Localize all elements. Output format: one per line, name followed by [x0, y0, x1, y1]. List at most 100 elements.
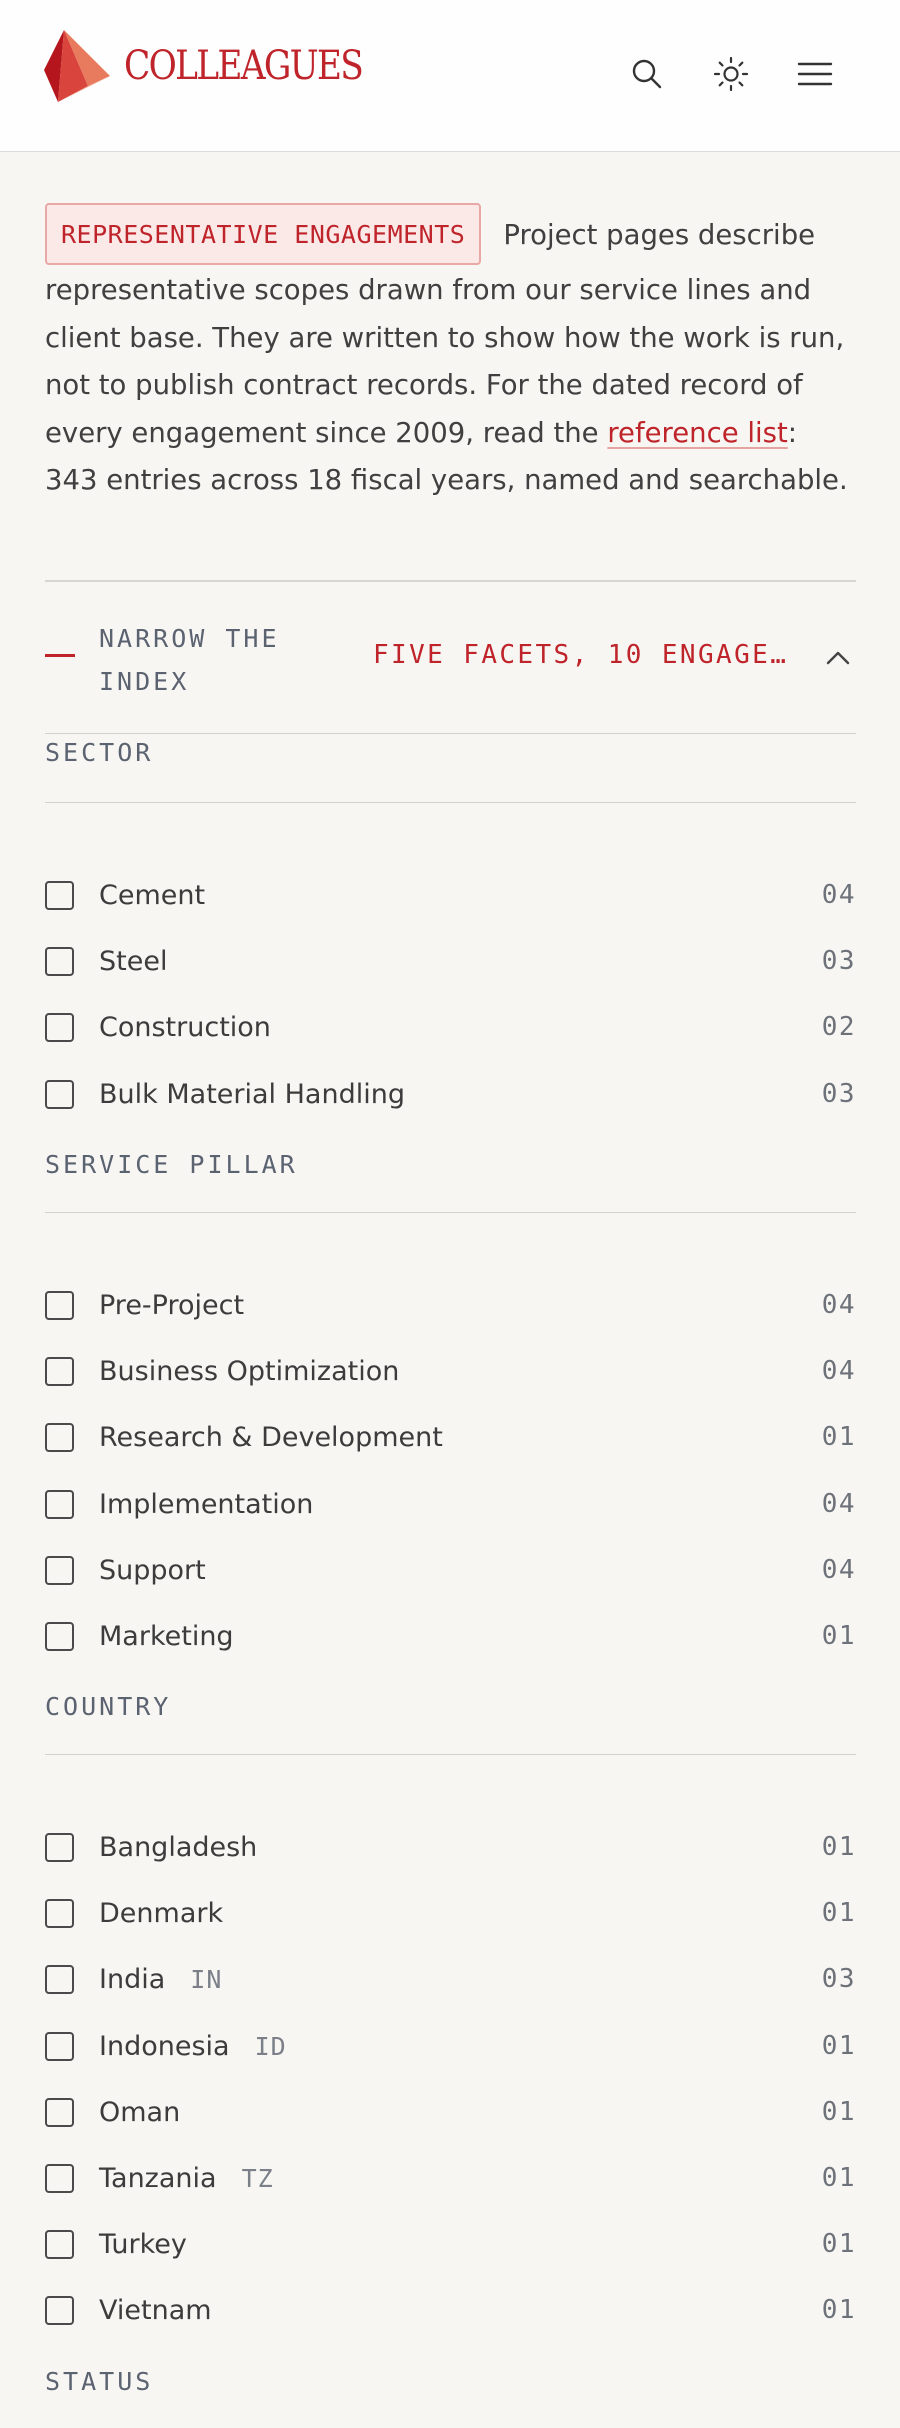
checkbox[interactable] — [45, 2031, 74, 2061]
filter-top-divider — [45, 580, 856, 582]
checkbox[interactable] — [45, 946, 74, 976]
filter-option-bangladesh[interactable]: Bangladesh 01 — [45, 1825, 856, 1869]
option-count: 04 — [821, 1489, 856, 1519]
facet-title-sector: SECTOR — [45, 738, 154, 767]
checkbox[interactable] — [45, 2097, 74, 2127]
filter-option-oman[interactable]: Oman 01 — [45, 2090, 856, 2134]
option-label: Indonesia — [99, 2030, 230, 2062]
filter-heading-line1: NARROW THE — [99, 624, 280, 653]
checkbox[interactable] — [45, 1555, 74, 1585]
option-label: Vietnam — [99, 2294, 212, 2326]
option-label: Business Optimization — [99, 1355, 400, 1387]
option-count: 01 — [821, 2229, 856, 2259]
checkbox[interactable] — [45, 1832, 74, 1862]
checkbox[interactable] — [45, 1356, 74, 1386]
filter-option-research-development[interactable]: Research & Development 01 — [45, 1415, 856, 1459]
option-label: Construction — [99, 1011, 271, 1043]
filter-option-steel[interactable]: Steel 03 — [45, 939, 856, 983]
theme-toggle-icon[interactable] — [711, 54, 751, 94]
option-count: 01 — [821, 2163, 856, 2193]
brand-name: COLLEAGUES — [124, 43, 364, 89]
checkbox[interactable] — [45, 2229, 74, 2259]
representative-engagements-badge: REPRESENTATIVE ENGAGEMENTS — [45, 203, 482, 265]
checkbox[interactable] — [45, 2163, 74, 2193]
filter-option-tanzania[interactable]: Tanzania TZ 01 — [45, 2156, 856, 2200]
chevron-up-icon[interactable] — [820, 640, 856, 676]
option-count: 03 — [821, 1964, 856, 1994]
option-label: Marketing — [99, 1620, 234, 1652]
option-count: 01 — [821, 1898, 856, 1928]
filter-option-business-optimization[interactable]: Business Optimization 04 — [45, 1349, 856, 1393]
checkbox[interactable] — [45, 1621, 74, 1651]
option-label: Oman — [99, 2096, 181, 2128]
filter-option-marketing[interactable]: Marketing 01 — [45, 1614, 856, 1658]
option-label: Bangladesh — [99, 1831, 258, 1863]
option-label: Cement — [99, 879, 206, 911]
filter-option-india[interactable]: India IN 03 — [45, 1957, 856, 2001]
option-label: Denmark — [99, 1897, 224, 1929]
filter-summary[interactable]: FIVE FACETS, 10 ENGAGEMENTS — [373, 640, 793, 670]
checkbox[interactable] — [45, 1079, 74, 1109]
facet-title-service-pillar: SERVICE PILLAR — [45, 1150, 298, 1179]
option-count: 04 — [821, 1290, 856, 1320]
option-count: 03 — [821, 1079, 856, 1109]
brand-logo[interactable]: COLLEAGUES — [44, 30, 401, 102]
search-icon[interactable] — [627, 54, 667, 94]
menu-icon[interactable] — [795, 54, 835, 94]
option-label: Research & Development — [99, 1421, 443, 1453]
filter-option-turkey[interactable]: Turkey 01 — [45, 2222, 856, 2266]
option-label: Steel — [99, 945, 168, 977]
logo-mark-icon — [44, 30, 110, 102]
checkbox[interactable] — [45, 1290, 74, 1320]
filter-option-bulk-material-handling[interactable]: Bulk Material Handling 03 — [45, 1072, 856, 1116]
option-count: 01 — [821, 1832, 856, 1862]
country-code: TZ — [241, 2163, 274, 2193]
option-label: India — [99, 1963, 166, 1995]
site-header: COLLEAGUES — [0, 0, 900, 152]
option-label: Support — [99, 1554, 206, 1586]
checkbox[interactable] — [45, 2295, 74, 2325]
filter-option-implementation[interactable]: Implementation 04 — [45, 1482, 856, 1526]
option-count: 01 — [821, 2295, 856, 2325]
filter-option-vietnam[interactable]: Vietnam 01 — [45, 2288, 856, 2332]
filter-heading-line2: INDEX — [99, 667, 190, 696]
option-count: 01 — [821, 1422, 856, 1452]
option-count: 02 — [821, 1012, 856, 1042]
option-count: 01 — [821, 2031, 856, 2061]
country-code: IN — [190, 1964, 223, 1994]
facet-divider — [45, 802, 856, 803]
option-label: Tanzania — [99, 2162, 217, 2194]
option-label: Implementation — [99, 1488, 314, 1520]
checkbox[interactable] — [45, 1422, 74, 1452]
checkbox[interactable] — [45, 1964, 74, 1994]
filter-option-cement[interactable]: Cement 04 — [45, 873, 856, 917]
checkbox[interactable] — [45, 880, 74, 910]
filter-option-denmark[interactable]: Denmark 01 — [45, 1891, 856, 1935]
facet-title-country: COUNTRY — [45, 1692, 172, 1721]
checkbox[interactable] — [45, 1898, 74, 1928]
filter-header-divider — [45, 733, 856, 734]
option-label: Pre-Project — [99, 1289, 245, 1321]
option-count: 04 — [821, 1356, 856, 1386]
option-count: 04 — [821, 880, 856, 910]
facet-divider — [45, 1754, 856, 1755]
option-label: Bulk Material Handling — [99, 1078, 405, 1110]
filter-option-support[interactable]: Support 04 — [45, 1548, 856, 1592]
filter-option-indonesia[interactable]: Indonesia ID 01 — [45, 2024, 856, 2068]
intro-paragraph: REPRESENTATIVE ENGAGEMENTS Project pages … — [45, 203, 857, 505]
checkbox[interactable] — [45, 1489, 74, 1519]
collapse-dash-icon — [45, 654, 75, 657]
option-label: Turkey — [99, 2228, 187, 2260]
reference-list-link[interactable]: reference list — [607, 417, 787, 449]
option-count: 04 — [821, 1555, 856, 1585]
filter-option-pre-project[interactable]: Pre-Project 04 — [45, 1283, 856, 1327]
checkbox[interactable] — [45, 1012, 74, 1042]
facet-divider — [45, 1212, 856, 1213]
facet-title-status: STATUS — [45, 2367, 154, 2396]
filter-option-construction[interactable]: Construction 02 — [45, 1005, 856, 1049]
option-count: 01 — [821, 1621, 856, 1651]
country-code: ID — [254, 2031, 287, 2061]
option-count: 03 — [821, 946, 856, 976]
filter-heading[interactable]: NARROW THE INDEX — [99, 617, 280, 703]
option-count: 01 — [821, 2097, 856, 2127]
